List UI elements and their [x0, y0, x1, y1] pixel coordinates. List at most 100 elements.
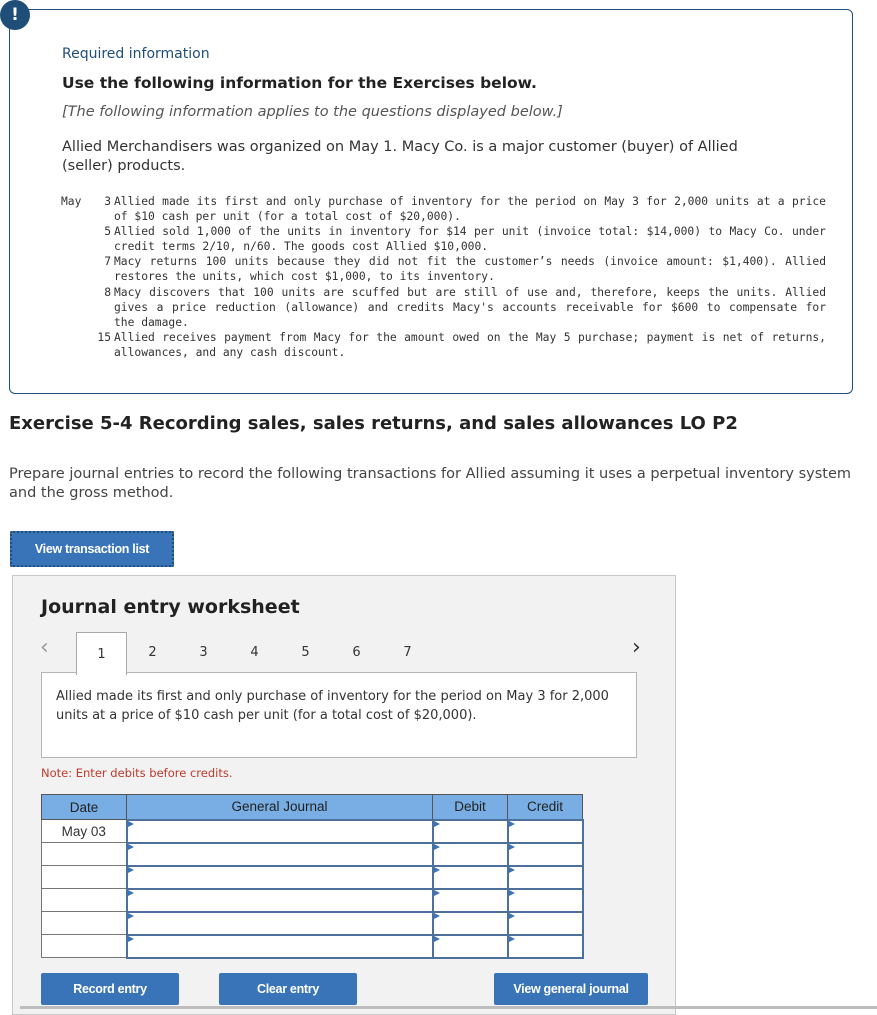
use-information-heading: Use the following information for the Ex…	[62, 74, 537, 92]
debit-cell	[431, 841, 509, 867]
table-row	[41, 864, 584, 890]
date-cell	[41, 934, 127, 958]
transaction-item: 5 Allied sold 1,000 of the units in inve…	[61, 224, 826, 254]
date-cell: May 03	[41, 819, 127, 843]
account-cell	[125, 864, 434, 890]
tab-6[interactable]: 6	[331, 632, 382, 673]
transaction-item: May 3 Allied made its first and only pur…	[61, 194, 826, 224]
transaction-text: Macy returns 100 units because they did …	[114, 255, 826, 284]
intro-text: Allied Merchandisers was organized on Ma…	[62, 139, 738, 174]
debit-input[interactable]	[433, 889, 507, 911]
transaction-text: Allied made its first and only purchase …	[114, 195, 826, 224]
debit-cell	[431, 864, 509, 890]
view-transaction-list-button[interactable]: View transaction list	[10, 531, 174, 567]
transaction-item: 15 Allied receives payment from Macy for…	[61, 330, 826, 360]
credit-input[interactable]	[508, 935, 582, 957]
tab-1[interactable]: 1	[76, 632, 127, 675]
column-header-credit: Credit	[507, 794, 583, 820]
debits-before-credits-note: Note: Enter debits before credits.	[41, 766, 233, 780]
transaction-month	[61, 285, 93, 330]
table-row	[41, 910, 584, 936]
record-entry-button[interactable]: Record entry	[41, 973, 179, 1005]
transaction-day: 5	[104, 225, 111, 239]
account-input[interactable]	[127, 820, 432, 842]
account-input[interactable]	[127, 912, 432, 934]
transaction-month	[61, 224, 93, 254]
credit-input[interactable]	[508, 889, 582, 911]
account-input[interactable]	[127, 866, 432, 888]
table-row	[41, 887, 584, 913]
transaction-item: 8 Macy discovers that 100 units are scuf…	[61, 285, 826, 330]
credit-input[interactable]	[508, 843, 582, 865]
transaction-text: Allied receives payment from Macy for th…	[114, 330, 826, 359]
tab-5[interactable]: 5	[280, 632, 331, 673]
table-row	[41, 933, 584, 959]
table-row	[41, 841, 584, 867]
credit-cell	[506, 864, 584, 890]
transaction-description: Allied made its first and only purchase …	[41, 672, 637, 758]
transaction-text: Allied sold 1,000 of the units in invent…	[114, 225, 826, 254]
debit-cell	[431, 887, 509, 913]
applies-note: [The following information applies to th…	[62, 104, 563, 120]
debit-cell	[431, 818, 509, 844]
required-information-box: Required information Use the following i…	[9, 9, 853, 394]
chevron-left-icon[interactable]: ‹	[40, 635, 49, 660]
column-header-debit: Debit	[432, 794, 508, 820]
worksheet-title: Journal entry worksheet	[41, 596, 300, 618]
account-cell	[125, 887, 434, 913]
transaction-list: May 3 Allied made its first and only pur…	[61, 194, 826, 360]
exclamation-icon: !	[0, 0, 30, 30]
transaction-day: 15	[97, 330, 111, 344]
journal-entry-worksheet: Journal entry worksheet ‹ 1 2 3 4 5 6 7 …	[12, 575, 676, 1015]
table-row: May 03	[41, 818, 584, 844]
credit-input[interactable]	[508, 866, 582, 888]
account-input[interactable]	[127, 889, 432, 911]
view-general-journal-button[interactable]: View general journal	[494, 973, 648, 1005]
account-cell	[125, 933, 434, 959]
credit-cell	[506, 841, 584, 867]
debit-cell	[431, 910, 509, 936]
account-input[interactable]	[127, 935, 432, 957]
account-cell	[125, 841, 434, 867]
journal-header-row: Date General Journal Debit Credit	[41, 794, 583, 820]
transaction-month	[61, 254, 93, 284]
credit-cell	[506, 933, 584, 959]
exercise-title: Exercise 5-4 Recording sales, sales retu…	[9, 413, 738, 434]
credit-input[interactable]	[508, 820, 582, 842]
debit-input[interactable]	[433, 820, 507, 842]
transaction-day: 3	[104, 195, 111, 208]
transaction-month: May	[61, 195, 82, 208]
credit-cell	[506, 818, 584, 844]
debit-cell	[431, 933, 509, 959]
transaction-day: 8	[104, 285, 111, 299]
transaction-day: 7	[104, 255, 111, 269]
transaction-item: 7 Macy returns 100 units because they di…	[61, 254, 826, 284]
debit-input[interactable]	[433, 912, 507, 934]
tab-7[interactable]: 7	[382, 632, 433, 673]
tab-2[interactable]: 2	[127, 632, 178, 673]
transaction-text: Macy discovers that 100 units are scuffe…	[114, 285, 826, 329]
clear-entry-button[interactable]: Clear entry	[219, 973, 357, 1005]
account-cell	[125, 818, 434, 844]
column-header-date: Date	[41, 794, 127, 820]
journal-table: Date General Journal Debit Credit May 03	[41, 794, 584, 959]
debit-input[interactable]	[433, 843, 507, 865]
credit-cell	[506, 887, 584, 913]
chevron-right-icon[interactable]: ›	[632, 635, 641, 660]
debit-input[interactable]	[433, 866, 507, 888]
tab-3[interactable]: 3	[178, 632, 229, 673]
debit-input[interactable]	[433, 935, 507, 957]
date-cell	[41, 842, 127, 866]
tab-4[interactable]: 4	[229, 632, 280, 673]
transaction-month	[61, 330, 93, 360]
account-cell	[125, 910, 434, 936]
exercise-instructions: Prepare journal entries to record the fo…	[9, 466, 851, 501]
credit-cell	[506, 910, 584, 936]
date-cell	[41, 865, 127, 889]
account-input[interactable]	[127, 843, 432, 865]
required-information-label: Required information	[62, 46, 210, 62]
column-header-general-journal: General Journal	[126, 794, 433, 820]
date-cell	[41, 911, 127, 935]
credit-input[interactable]	[508, 912, 582, 934]
date-cell	[41, 888, 127, 912]
